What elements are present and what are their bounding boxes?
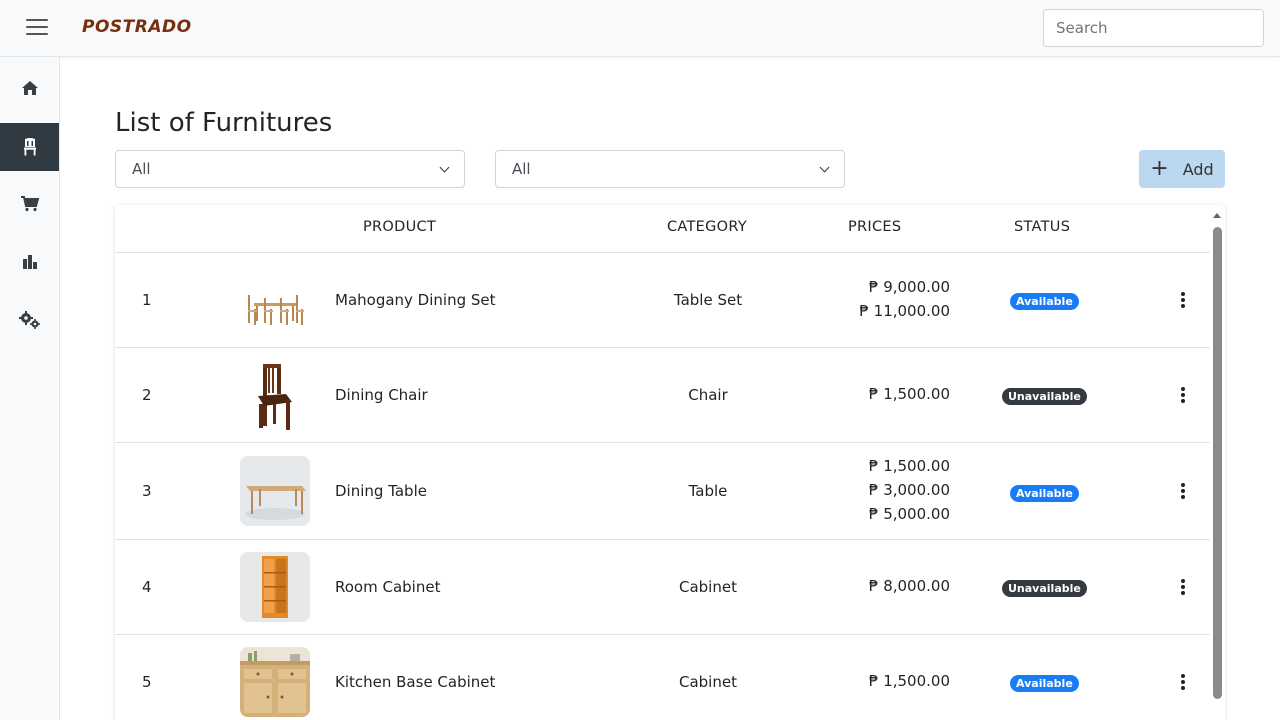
column-header-status[interactable]: STATUS <box>1014 219 1070 235</box>
sidebar-item-settings[interactable] <box>0 296 59 344</box>
row-index: 4 <box>142 578 152 596</box>
cart-icon <box>20 196 39 212</box>
scroll-up-arrow-icon[interactable] <box>1213 213 1221 218</box>
product-name: Room Cabinet <box>335 578 441 596</box>
search-input[interactable] <box>1043 9 1264 47</box>
add-button-label: Add <box>1182 159 1214 179</box>
price-value: ₱ 1,500.00 <box>868 457 950 475</box>
sidebar-item-home[interactable] <box>0 64 59 112</box>
page-title: List of Furnitures <box>115 108 333 138</box>
home-icon <box>21 81 38 95</box>
product-image <box>240 456 310 526</box>
product-image <box>240 552 310 622</box>
table-header: PRODUCT CATEGORY PRICES STATUS <box>115 205 1210 253</box>
product-image <box>240 265 310 335</box>
table-row[interactable]: 5 Kitchen Base Cabinet Cabinet ₱ 1,500.0… <box>115 635 1210 720</box>
sidebar-item-orders[interactable] <box>0 180 59 228</box>
status-badge: Unavailable <box>1002 388 1087 405</box>
scrollbar-thumb[interactable] <box>1213 227 1222 699</box>
product-prices: ₱ 8,000.00 <box>869 574 950 598</box>
product-image <box>240 360 310 430</box>
product-name: Dining Chair <box>335 386 428 404</box>
product-prices: ₱ 1,500.00 ₱ 3,000.00 ₱ 5,000.00 <box>869 454 950 526</box>
table-row[interactable]: 2 Dining Chair Chair ₱ 1,500.00 Unavaila… <box>115 348 1210 443</box>
category-filter-select[interactable]: All <box>115 150 465 188</box>
sidebar <box>0 57 60 720</box>
category-filter-value: All <box>132 160 151 178</box>
product-name: Kitchen Base Cabinet <box>335 673 496 691</box>
status-filter-select[interactable]: All <box>495 150 845 188</box>
status-badge: Unavailable <box>1002 580 1087 597</box>
chair-icon <box>23 138 36 156</box>
product-category: Cabinet <box>679 578 737 596</box>
status-badge: Available <box>1010 675 1079 692</box>
row-index: 3 <box>142 482 152 500</box>
table-row[interactable]: 1 Mahogany Dining Set Table Set ₱ 9,000.… <box>115 253 1210 348</box>
more-options-icon[interactable] <box>1181 292 1185 310</box>
price-value: ₱ 9,000.00 <box>868 278 950 296</box>
furniture-table: PRODUCT CATEGORY PRICES STATUS 1 Mahogan… <box>115 205 1225 720</box>
gears-icon <box>18 311 40 329</box>
table-scrollbar[interactable] <box>1210 210 1224 720</box>
more-options-icon[interactable] <box>1181 387 1185 405</box>
more-options-icon[interactable] <box>1181 483 1185 501</box>
product-prices: ₱ 9,000.00 ₱ 11,000.00 <box>859 275 950 323</box>
chevron-down-icon <box>819 162 830 172</box>
more-options-icon[interactable] <box>1181 579 1185 597</box>
sidebar-item-furniture[interactable] <box>0 123 59 171</box>
price-value: ₱ 1,500.00 <box>868 385 950 403</box>
table-row[interactable]: 4 Room Cabinet Cabinet ₱ 8,000.00 Unavai… <box>115 540 1210 635</box>
product-category: Chair <box>688 386 728 404</box>
row-index: 5 <box>142 673 152 691</box>
price-value: ₱ 1,500.00 <box>868 672 950 690</box>
sidebar-item-reports[interactable] <box>0 238 59 286</box>
column-header-category[interactable]: CATEGORY <box>667 219 747 235</box>
brand-logo[interactable]: POSTRADO <box>82 17 192 37</box>
price-value: ₱ 8,000.00 <box>868 577 950 595</box>
product-image <box>240 647 310 717</box>
add-button[interactable]: + Add <box>1139 150 1225 188</box>
product-prices: ₱ 1,500.00 <box>869 669 950 693</box>
status-filter-value: All <box>512 160 531 178</box>
chevron-down-icon <box>439 162 450 172</box>
column-header-product[interactable]: PRODUCT <box>363 219 436 235</box>
product-category: Table <box>688 482 728 500</box>
product-prices: ₱ 1,500.00 <box>869 382 950 406</box>
top-navbar: POSTRADO <box>0 0 1280 57</box>
status-badge: Available <box>1010 293 1079 310</box>
product-name: Dining Table <box>335 482 427 500</box>
price-value: ₱ 11,000.00 <box>859 302 950 320</box>
price-value: ₱ 5,000.00 <box>868 505 950 523</box>
row-index: 1 <box>142 291 152 309</box>
hamburger-menu-icon[interactable] <box>26 19 48 37</box>
row-index: 2 <box>142 386 152 404</box>
plus-icon: + <box>1150 156 1169 181</box>
table-row[interactable]: 3 Dining Table Table ₱ 1,500.00 ₱ 3,000.… <box>115 443 1210 540</box>
price-value: ₱ 3,000.00 <box>868 481 950 499</box>
status-badge: Available <box>1010 485 1079 502</box>
product-category: Table Set <box>673 291 743 309</box>
more-options-icon[interactable] <box>1181 674 1185 692</box>
product-name: Mahogany Dining Set <box>335 291 496 309</box>
column-header-prices[interactable]: PRICES <box>848 219 901 235</box>
bar-chart-icon <box>22 255 37 269</box>
product-category: Cabinet <box>679 673 737 691</box>
